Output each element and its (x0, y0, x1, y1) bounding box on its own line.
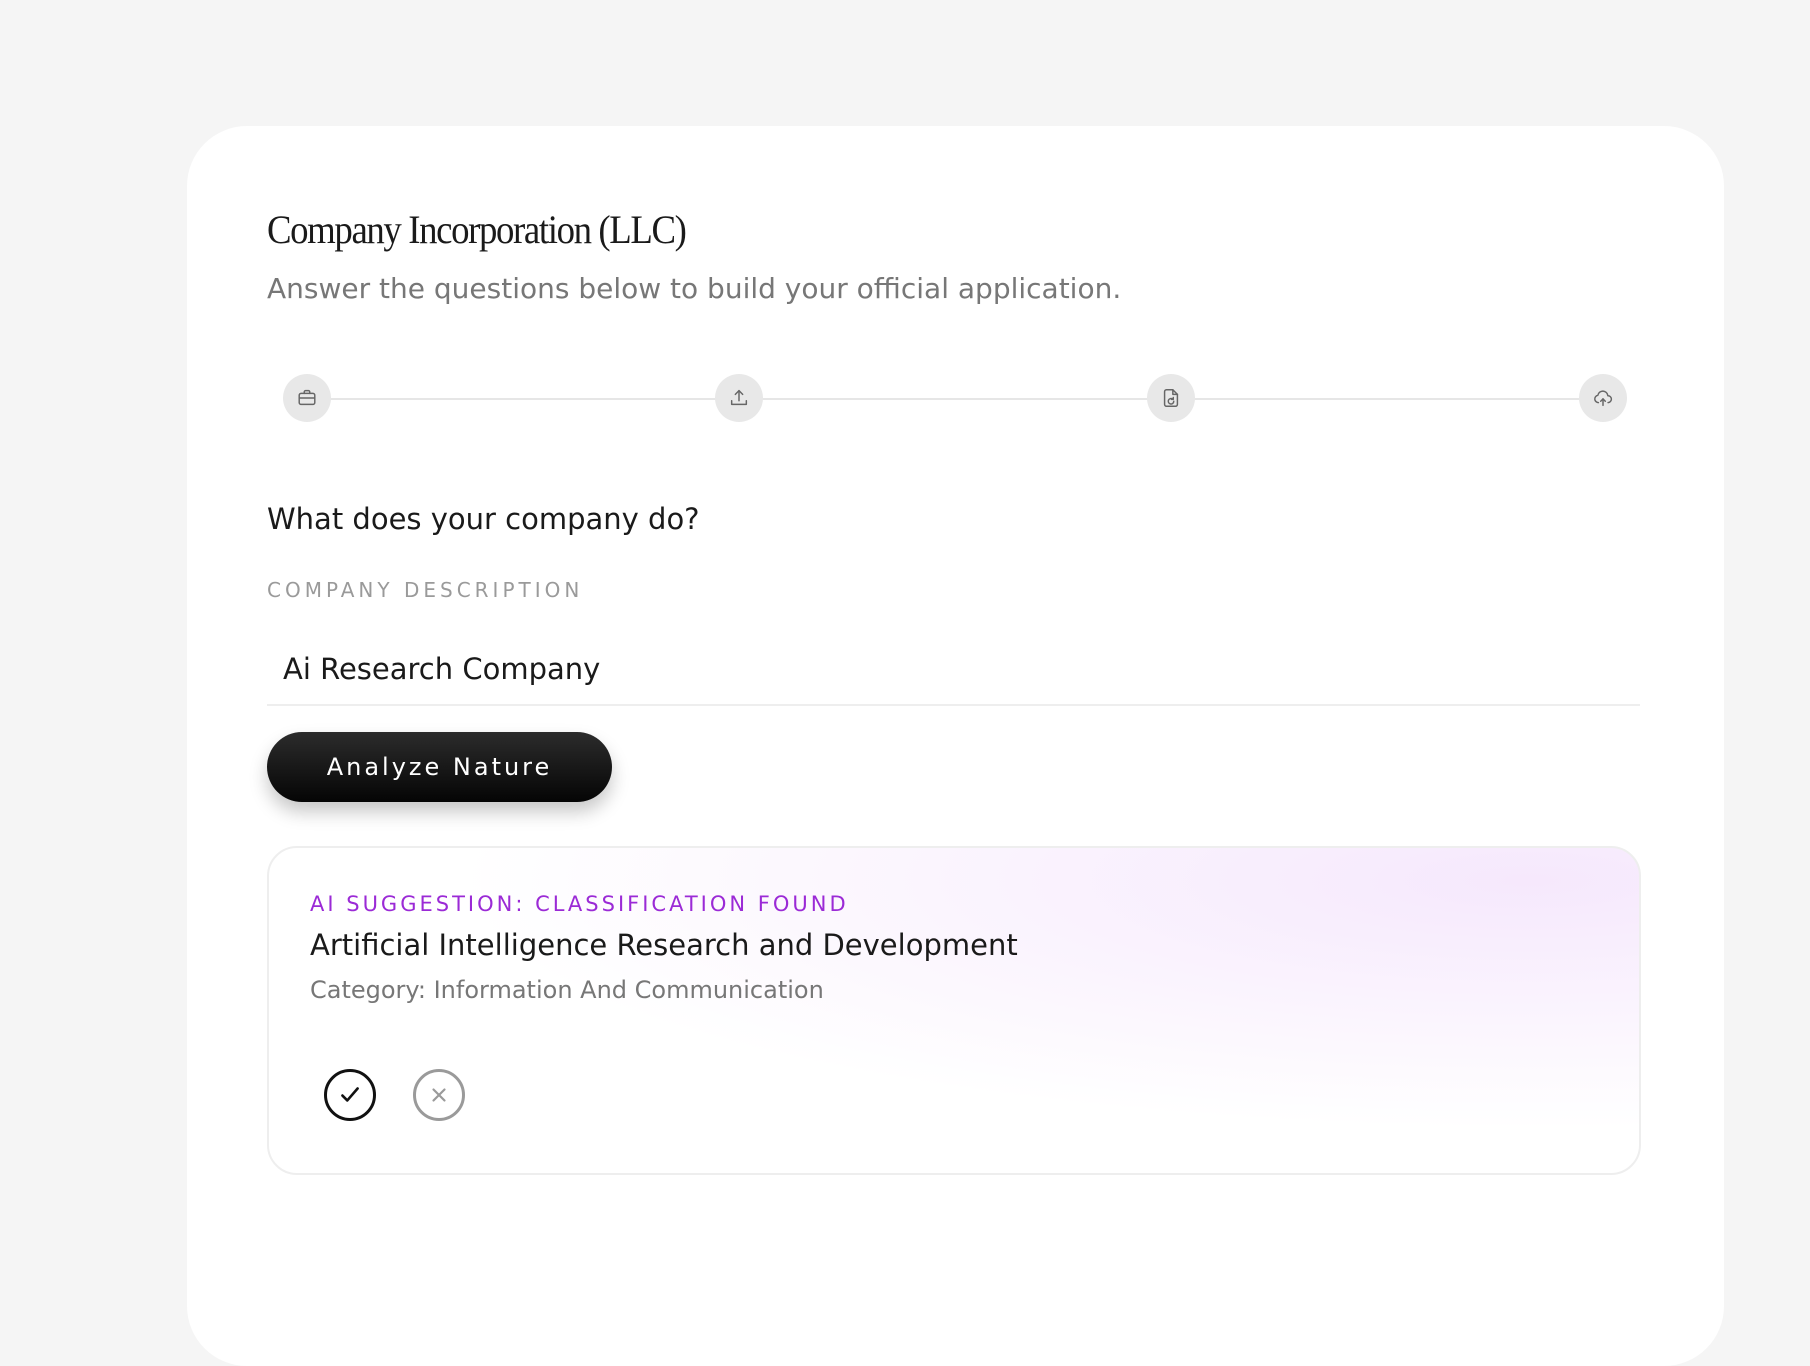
suggestion-title: Artificial Intelligence Research and Dev… (310, 928, 1018, 962)
file-refresh-icon (1163, 389, 1179, 407)
step-business-info[interactable] (283, 374, 331, 422)
company-description-label: COMPANY DESCRIPTION (267, 578, 584, 602)
cloud-upload-icon (1594, 390, 1613, 407)
reject-suggestion-button[interactable] (413, 1069, 465, 1121)
step-submit[interactable] (1579, 374, 1627, 422)
ai-suggestion-label: AI SUGGESTION: CLASSIFICATION FOUND (310, 892, 849, 916)
step-documents[interactable] (1147, 374, 1195, 422)
briefcase-icon (298, 389, 316, 406)
close-icon (432, 1088, 446, 1102)
ai-suggestion-card: AI SUGGESTION: CLASSIFICATION FOUND Arti… (267, 846, 1641, 1175)
analyze-nature-button[interactable]: Analyze Nature (267, 732, 612, 802)
check-icon (341, 1087, 359, 1102)
stepper-line (307, 398, 1602, 400)
company-description-input[interactable] (267, 634, 1640, 706)
suggestion-category: Category: Information And Communication (310, 976, 824, 1004)
step-upload[interactable] (715, 374, 763, 422)
upload-icon (730, 389, 748, 406)
progress-stepper (283, 374, 1627, 424)
accept-suggestion-button[interactable] (324, 1069, 376, 1121)
page-subtitle: Answer the questions below to build your… (267, 272, 1122, 305)
page-title: Company Incorporation (LLC) (267, 207, 687, 252)
question-heading: What does your company do? (267, 502, 700, 536)
